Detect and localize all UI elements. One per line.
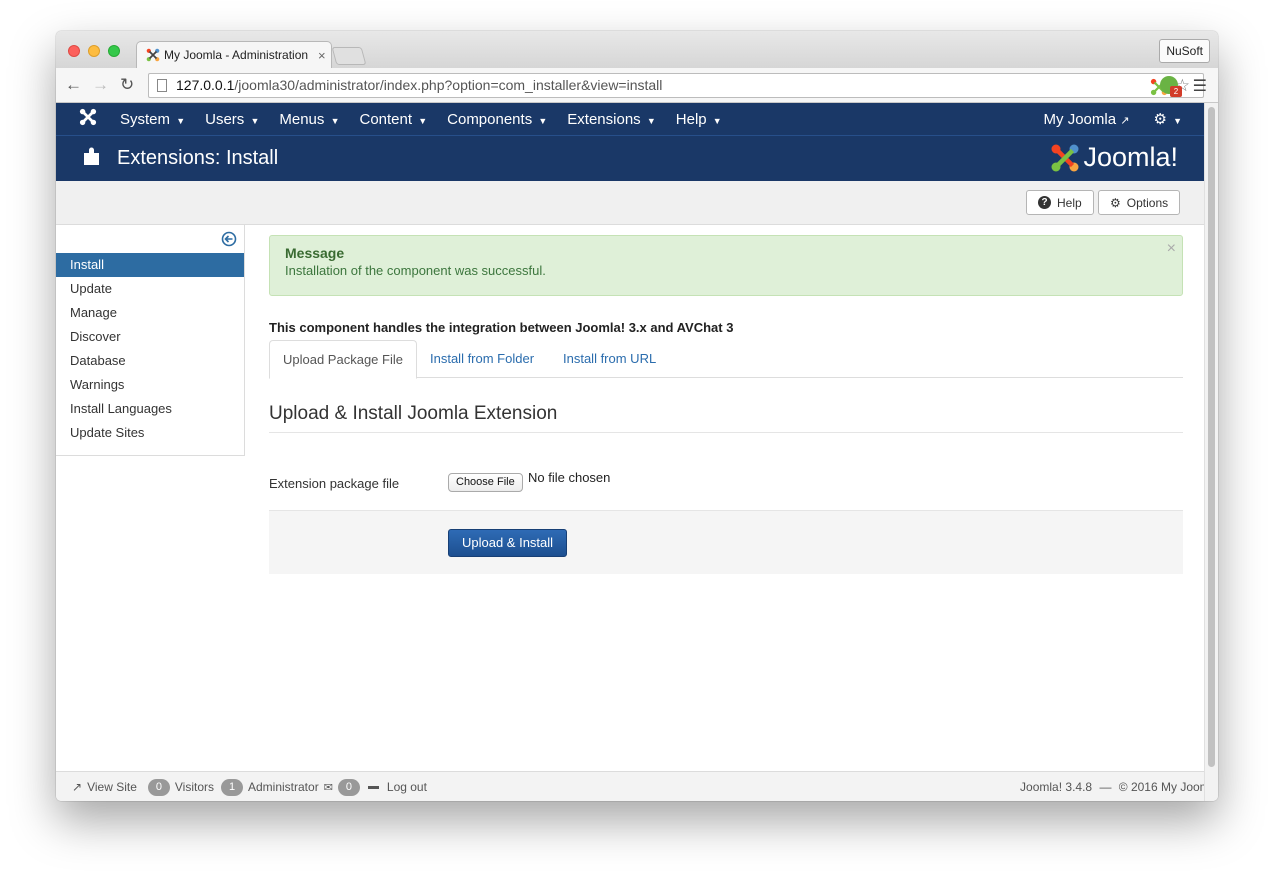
nav-menu-help[interactable]: Help ▼ bbox=[676, 111, 722, 128]
minimize-window-button[interactable] bbox=[88, 45, 100, 57]
tab-install-from-folder[interactable]: Install from Folder bbox=[417, 340, 547, 378]
page-icon bbox=[157, 79, 167, 92]
nav-menu-components[interactable]: Components ▼ bbox=[447, 111, 547, 128]
sub-toolbar: ? Help ⚙ Options bbox=[56, 181, 1204, 225]
my-site-link[interactable]: My Joomla ↗ bbox=[1044, 111, 1130, 128]
sidebar-item-update[interactable]: Update bbox=[56, 277, 244, 301]
chrome-menu-icon[interactable]: ☰ bbox=[1193, 76, 1207, 96]
envelope-icon[interactable]: ✉ bbox=[324, 781, 333, 794]
sidebar-item-manage[interactable]: Manage bbox=[56, 301, 244, 325]
sidebar-item-update-sites[interactable]: Update Sites bbox=[56, 421, 244, 445]
address-bar[interactable]: 127.0.0.1/joomla30/administrator/index.p… bbox=[148, 73, 1204, 98]
choose-file-button[interactable]: Choose File bbox=[448, 473, 523, 492]
profile-button[interactable]: NuSoft bbox=[1159, 39, 1210, 63]
version-text: Joomla! 3.4.8 bbox=[1020, 780, 1093, 794]
tab-close-icon[interactable]: × bbox=[318, 48, 326, 63]
messages-count-badge[interactable]: 0 bbox=[337, 778, 360, 796]
form-actions: Upload & Install bbox=[269, 510, 1183, 574]
url-host: 127.0.0.1 bbox=[176, 77, 235, 93]
status-bar: ↗ View Site 0 Visitors 1 Administrator ✉… bbox=[56, 771, 1218, 801]
joomla-brand-icon bbox=[1051, 144, 1079, 171]
component-description: This component handles the integration b… bbox=[269, 320, 734, 335]
message-text: Installation of the component was succes… bbox=[285, 263, 546, 278]
page-title: Extensions: Install bbox=[117, 147, 279, 169]
back-arrow-icon[interactable]: ← bbox=[65, 75, 82, 95]
sidebar-item-warnings[interactable]: Warnings bbox=[56, 373, 244, 397]
section-divider bbox=[269, 432, 1183, 433]
forward-arrow-icon[interactable]: → bbox=[92, 75, 109, 95]
browser-window: My Joomla - Administration × NuSoft ← → … bbox=[56, 31, 1218, 801]
view-site-link[interactable]: View Site bbox=[87, 780, 137, 794]
browser-tab-strip: My Joomla - Administration × NuSoft bbox=[56, 31, 1218, 68]
tab-upload-package-file[interactable]: Upload Package File bbox=[269, 340, 417, 379]
close-window-button[interactable] bbox=[68, 45, 80, 57]
status-left: ↗ View Site 0 Visitors 1 Administrator ✉… bbox=[72, 772, 427, 801]
sidebar-item-database[interactable]: Database bbox=[56, 349, 244, 373]
joomla-brand-text: Joomla! bbox=[1083, 142, 1178, 172]
user-settings-gear-icon[interactable]: ⚙ ▼ bbox=[1153, 110, 1182, 128]
scrollbar-thumb[interactable] bbox=[1208, 107, 1215, 767]
joomla-brand-logo: Joomla! bbox=[1050, 142, 1178, 173]
url-path: /joomla30/administrator/index.php?option… bbox=[234, 77, 663, 93]
sidebar-item-install-languages[interactable]: Install Languages bbox=[56, 397, 244, 421]
success-message: Message Installation of the component wa… bbox=[269, 235, 1183, 296]
browser-toolbar: ← → ↻ 127.0.0.1/joomla30/administrator/i… bbox=[56, 68, 1218, 103]
section-title: Upload & Install Joomla Extension bbox=[269, 403, 558, 424]
external-link-icon: ↗ bbox=[1120, 114, 1130, 127]
status-right: Joomla! 3.4.8 — © 2016 My Joomla bbox=[1020, 772, 1218, 801]
visitors-label: Visitors bbox=[174, 780, 214, 794]
new-tab-button[interactable] bbox=[331, 47, 367, 65]
administrator-label: Administrator bbox=[248, 780, 319, 794]
nav-menu-extensions[interactable]: Extensions ▼ bbox=[567, 111, 655, 128]
question-icon: ? bbox=[1038, 196, 1051, 209]
help-button[interactable]: ? Help bbox=[1026, 190, 1094, 215]
visitors-count-badge: 0 bbox=[147, 778, 170, 796]
nav-menu-menus[interactable]: Menus ▼ bbox=[279, 111, 339, 128]
close-icon[interactable]: × bbox=[1167, 240, 1176, 258]
gear-icon: ⚙ bbox=[1110, 195, 1121, 210]
joomla-logo-icon[interactable] bbox=[56, 108, 120, 130]
install-tabs: Upload Package File Install from Folder … bbox=[269, 340, 1183, 379]
admin-count-badge: 1 bbox=[221, 778, 243, 796]
collapse-sidebar-icon[interactable] bbox=[221, 231, 237, 247]
sidebar: Install Update Manage Discover Database … bbox=[56, 225, 245, 456]
tab-install-from-url[interactable]: Install from URL bbox=[550, 340, 669, 378]
nav-menu-system[interactable]: System ▼ bbox=[120, 111, 185, 128]
page-scrollbar[interactable] bbox=[1204, 103, 1218, 801]
tab-title: My Joomla - Administration bbox=[164, 48, 309, 62]
upload-install-button[interactable]: Upload & Install bbox=[448, 529, 568, 557]
minus-icon bbox=[367, 785, 379, 789]
sidebar-item-install[interactable]: Install bbox=[56, 253, 244, 277]
separator: — bbox=[1099, 780, 1112, 794]
nav-menu-content[interactable]: Content ▼ bbox=[360, 111, 428, 128]
message-heading: Message bbox=[285, 245, 345, 261]
options-button[interactable]: ⚙ Options bbox=[1098, 190, 1181, 215]
nav-menu-users[interactable]: Users ▼ bbox=[205, 111, 259, 128]
puzzle-icon bbox=[56, 145, 117, 173]
navbar-right: My Joomla ↗ ⚙ ▼ bbox=[1044, 103, 1182, 135]
extension-package-label: Extension package file bbox=[269, 476, 400, 491]
browser-tab[interactable]: My Joomla - Administration × bbox=[136, 41, 332, 68]
page-header: Extensions: Install Joomla! bbox=[56, 135, 1204, 181]
zoom-window-button[interactable] bbox=[108, 45, 120, 57]
sidebar-item-discover[interactable]: Discover bbox=[56, 325, 244, 349]
external-link-icon: ↗ bbox=[72, 780, 83, 794]
joomla-favicon-icon bbox=[146, 48, 160, 62]
log-out-link[interactable]: Log out bbox=[387, 780, 427, 794]
admin-navbar: System ▼ Users ▼ Menus ▼ Content ▼ Compo… bbox=[56, 103, 1204, 135]
reload-icon[interactable]: ↻ bbox=[120, 75, 134, 95]
file-status: No file chosen bbox=[528, 470, 611, 485]
extension-badge: 2 bbox=[1170, 86, 1182, 97]
